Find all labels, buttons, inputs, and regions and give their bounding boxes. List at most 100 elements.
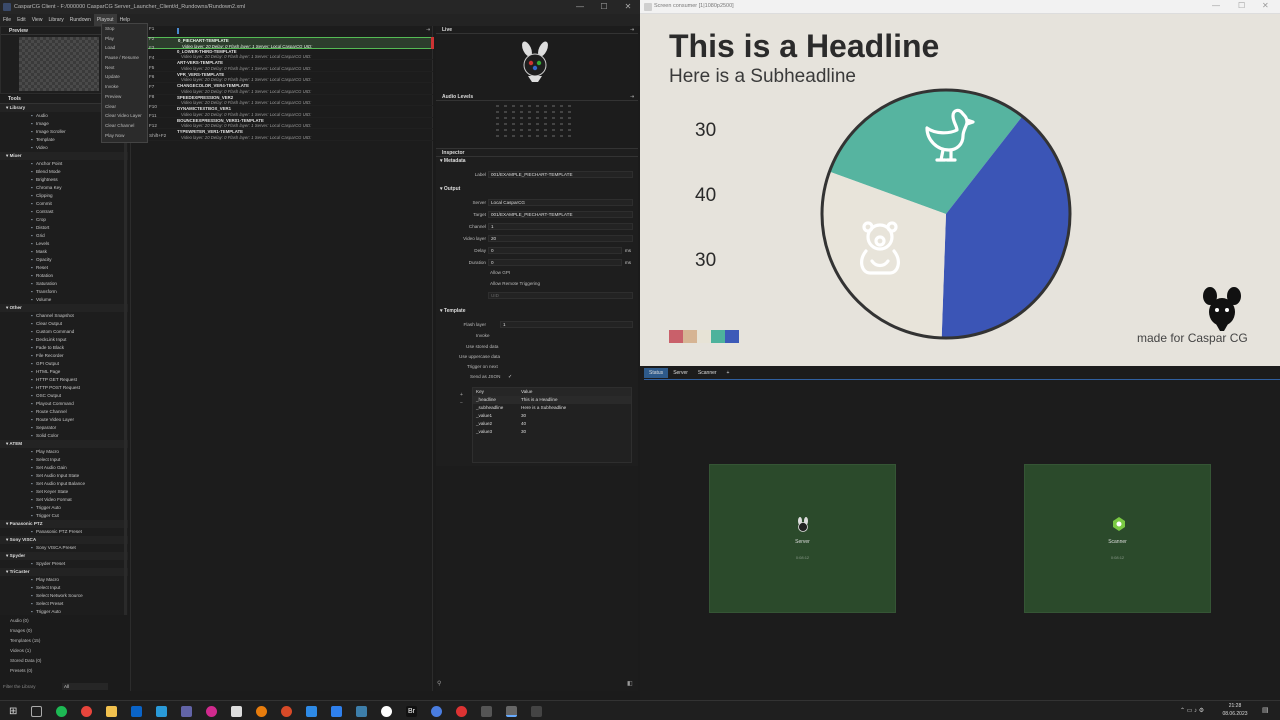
scanner-tile[interactable]: Scanner 0:08:12 (1024, 464, 1211, 613)
library-count-item[interactable]: Templates (15) (0, 636, 128, 646)
app-icon-white[interactable] (231, 706, 242, 717)
rundown-item[interactable]: CHANGECOLOR_VER4-TEMPLATE Video layer: 20… (131, 83, 433, 95)
start-icon[interactable]: ⊞ (9, 706, 20, 717)
uid-field[interactable]: UID (488, 292, 633, 299)
remove-kv-button[interactable]: − (460, 400, 463, 406)
tools-item[interactable]: ▪ Set Audio Input Balance (0, 480, 128, 488)
tab-server[interactable]: Server (668, 368, 693, 378)
tools-category[interactable]: ▾ Sony VISCA (0, 536, 128, 544)
tools-item[interactable]: ▪ Trigger Auto (0, 608, 128, 616)
kv-value[interactable]: Here is a Subheadline (521, 404, 566, 412)
tools-item[interactable]: ▪ Set Keyer State (0, 488, 128, 496)
app-icon-circle[interactable] (381, 706, 392, 717)
channel-spinbox[interactable]: 1 (488, 223, 633, 230)
kv-key[interactable]: _headline (476, 396, 496, 404)
tools-category[interactable]: ▾ Mixer (0, 152, 128, 160)
menu-file[interactable]: File (0, 14, 14, 26)
kv-value[interactable]: 30 (521, 412, 526, 420)
rundown-item[interactable]: 0_PIECHART-TEMPLATE Video layer: 20 Delay… (131, 37, 433, 49)
playout-menu-item[interactable]: Load F3 (102, 43, 154, 53)
output-section[interactable]: ▾ Output (440, 186, 460, 192)
kv-row[interactable]: _value3 30 (473, 428, 631, 436)
tools-item[interactable]: ▪ Chroma Key (0, 184, 128, 192)
tools-category[interactable]: ▾ Panasonic PTZ (0, 520, 128, 528)
tools-item[interactable]: ▪ Video (0, 144, 128, 152)
tools-item[interactable]: ▪ Select Network Source (0, 592, 128, 600)
kv-row[interactable]: _value2 40 (473, 420, 631, 428)
tools-item[interactable]: ▪ Route Channel (0, 408, 128, 416)
tools-item[interactable]: ▪ Trigger Cut (0, 512, 128, 520)
explorer-icon[interactable] (106, 706, 117, 717)
menu-rundown[interactable]: Rundown (67, 14, 94, 26)
notifications-icon[interactable]: ▤ (1262, 706, 1269, 714)
tools-item[interactable]: ▪ Select Input (0, 584, 128, 592)
terminal-icon[interactable] (531, 706, 542, 717)
playout-menu-item[interactable]: Preview F8 (102, 92, 154, 102)
tools-category[interactable]: ▾ TriCaster (0, 568, 128, 576)
add-kv-button[interactable]: + (460, 392, 463, 398)
tools-item[interactable]: ▪ Mask (0, 248, 128, 256)
tray-icons[interactable]: ⌃ ▭ ♪ ⚙ (1180, 707, 1204, 714)
rundown-item[interactable]: DYNAMICTEXTBOX_VER1 Video layer: 20 Delay… (131, 106, 433, 118)
maximize-button[interactable]: ☐ (592, 0, 616, 14)
tools-item[interactable]: ▪ Fade to Black (0, 344, 128, 352)
tools-item[interactable]: ▪ Separator (0, 424, 128, 432)
kv-value[interactable]: 30 (521, 428, 526, 436)
metadata-section[interactable]: ▾ Metadata (440, 158, 466, 164)
kv-row[interactable]: _subheadline Here is a Subheadline (473, 404, 631, 412)
allow-gpi-checkbox[interactable]: Allow GPI (490, 270, 510, 275)
tools-item[interactable]: ▪ Set Audio Gain (0, 464, 128, 472)
tools-item[interactable]: ▪ DeckLink Input (0, 336, 128, 344)
allow-remote-checkbox[interactable]: Allow Remote Triggering (490, 281, 540, 286)
library-count-item[interactable]: Videos (1) (0, 646, 128, 656)
panel-toggle-icon[interactable]: ◧ (627, 680, 633, 687)
blender-icon[interactable] (256, 706, 267, 717)
kv-row[interactable]: _headline This is a Headline (473, 396, 631, 404)
app-icon-round[interactable] (431, 706, 442, 717)
tools-item[interactable]: ▪ OSC Output (0, 392, 128, 400)
rundown-item[interactable]: BOUNCEEXPRESSION_VER01-TEMPLATE Video lay… (131, 118, 433, 129)
tools-item[interactable]: ▪ GPI Output (0, 360, 128, 368)
tools-item[interactable]: ▪ Panasonic PTZ Preset (0, 528, 128, 536)
playout-menu-item[interactable]: Clear F10 (102, 102, 157, 112)
rundown-item[interactable]: SPEEDEXPRESSION_VER2 Video layer: 20 Dela… (131, 95, 433, 106)
tools-item[interactable]: ▪ Select Input (0, 456, 128, 464)
outlook-icon[interactable] (131, 706, 142, 717)
tools-item[interactable]: ▪ Contrast (0, 208, 128, 216)
tools-item[interactable]: ▪ Anchor Point (0, 160, 128, 168)
server-tile[interactable]: Server 0:08:12 (709, 464, 896, 613)
tools-item[interactable]: ▪ Commit (0, 200, 128, 208)
rundown-item[interactable]: TYPEWRITER_VER1-TEMPLATE Video layer: 20 … (131, 129, 433, 141)
tools-item[interactable]: ▪ Opacity (0, 256, 128, 264)
library-count-item[interactable]: Images (0) (0, 626, 128, 636)
filter-input[interactable]: Filter the Library (3, 684, 36, 689)
playout-menu-item[interactable]: Stop F1 (102, 24, 154, 34)
vscode-icon[interactable] (331, 706, 342, 717)
menu-edit[interactable]: Edit (14, 14, 29, 26)
consumer-close-button[interactable]: ✕ (1262, 1, 1269, 10)
trigger-next-checkbox[interactable]: Trigger on next (467, 364, 498, 369)
rundown-expand-icon[interactable]: ⇥ (426, 27, 430, 33)
videolayer-spinbox[interactable]: 20 (488, 235, 633, 242)
playout-menu-item[interactable]: Clear Video Layer F11 (102, 111, 157, 121)
kv-key[interactable]: _value3 (476, 428, 492, 436)
live-expand-icon[interactable]: ⇥ (630, 27, 634, 33)
task-view-icon[interactable] (31, 706, 42, 717)
tools-item[interactable]: ▪ Playout Command (0, 400, 128, 408)
target-select[interactable]: 001/EXAMPLE_PIECHART-TEMPLATE (488, 211, 633, 218)
kv-value[interactable]: This is a Headline (521, 396, 558, 404)
tools-item[interactable]: ▪ Volume (0, 296, 128, 304)
kv-row[interactable]: _value1 30 (473, 412, 631, 420)
use-uppercase-checkbox[interactable]: Use uppercase data (459, 354, 500, 359)
tools-item[interactable]: ▪ Reset (0, 264, 128, 272)
playout-menu-item[interactable]: Pause / Resume F4 (102, 53, 154, 63)
playout-menu-item[interactable]: Update F6 (102, 72, 154, 82)
library-count-item[interactable]: Presets (0) (0, 666, 128, 676)
menu-library[interactable]: Library (45, 14, 66, 26)
tools-item[interactable]: ▪ Clipping (0, 192, 128, 200)
tools-item[interactable]: ▪ Rotation (0, 272, 128, 280)
tools-item[interactable]: ▪ Sony VISCA Preset (0, 544, 128, 552)
tools-item[interactable]: ▪ Solid Color (0, 432, 128, 440)
tools-item[interactable]: ▪ Brightness (0, 176, 128, 184)
tab-scanner[interactable]: Scanner (693, 368, 722, 378)
